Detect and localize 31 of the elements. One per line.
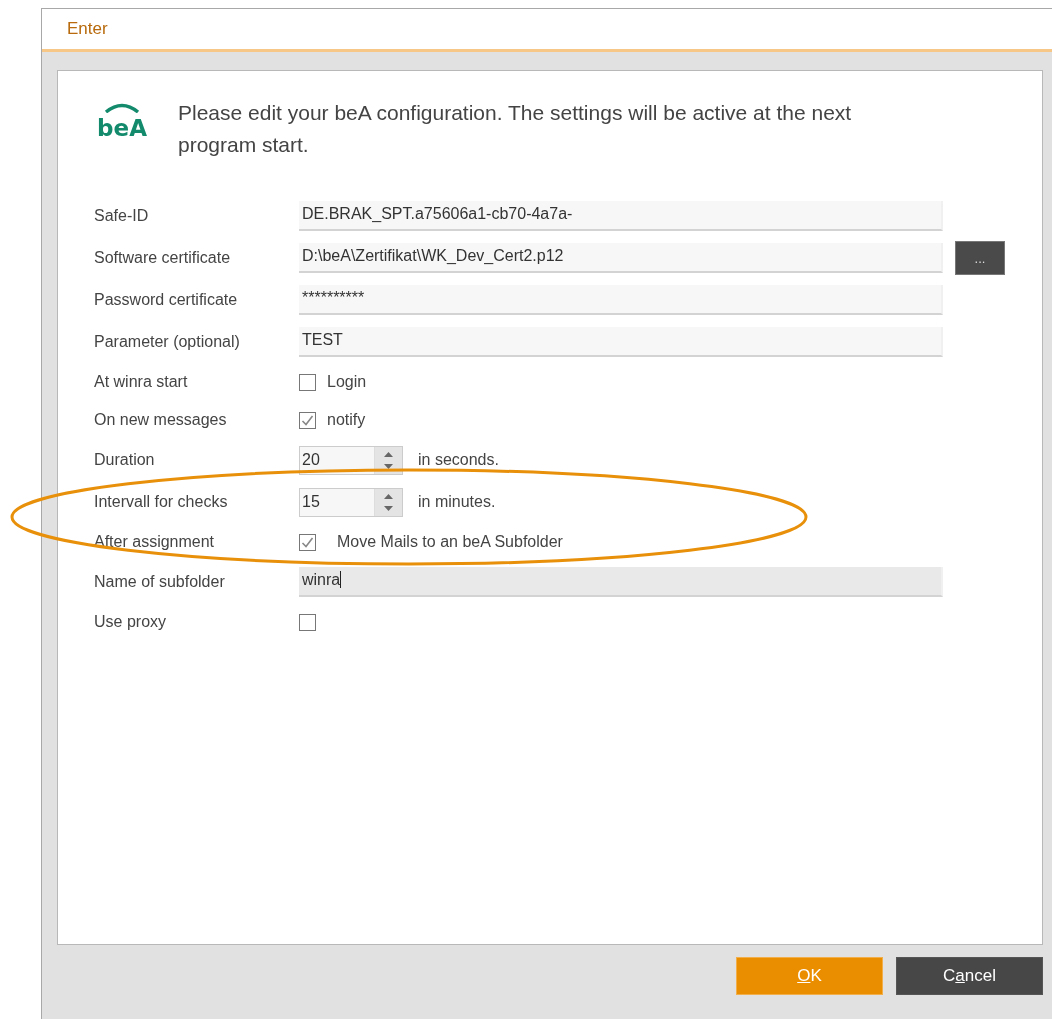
header-message: Please edit your beA configuration. The settings will be active at the next program start. [178, 100, 853, 158]
input-field[interactable]: TEST [299, 327, 943, 357]
field-label: Intervall for checks [94, 493, 229, 511]
checkbox-label: notify [327, 411, 366, 429]
window-title: Enter [42, 9, 1052, 52]
input-field[interactable]: winra [299, 567, 943, 597]
unit-label: in minutes. [418, 493, 496, 511]
field-label: Software certificate [94, 249, 232, 267]
checkbox-label: Login [327, 373, 367, 391]
logo: beA [94, 103, 150, 141]
field-label: Name of subfolder [94, 573, 226, 591]
field-label: Duration [94, 451, 156, 469]
browse-button[interactable]: ... [955, 241, 1005, 275]
input-field[interactable]: D:\beA\Zertifikat\WK_Dev_Cert2.p12 [299, 243, 943, 273]
checkbox-label: Move Mails to an beA Subfolder [337, 533, 563, 551]
input-field[interactable]: DE.BRAK_SPT.a75606a1-cb70-4a7a- [299, 201, 943, 231]
cancel-button[interactable]: Cancel [896, 957, 1043, 995]
field-label: At winra start [94, 373, 189, 391]
field-label: Password certificate [94, 291, 239, 309]
checkbox[interactable] [299, 533, 316, 551]
unit-label: in seconds. [418, 451, 499, 469]
checkbox[interactable] [299, 613, 316, 631]
field-label: After assignment [94, 533, 216, 551]
field-label: Parameter (optional) [94, 333, 241, 351]
field-label: On new messages [94, 411, 228, 429]
field-label: Safe-ID [94, 207, 150, 225]
field-label: Use proxy [94, 613, 168, 631]
checkbox[interactable] [299, 373, 316, 391]
input-field[interactable]: ********** [299, 285, 943, 315]
checkbox[interactable] [299, 411, 316, 429]
number-spinner[interactable]: 15 [299, 487, 403, 517]
